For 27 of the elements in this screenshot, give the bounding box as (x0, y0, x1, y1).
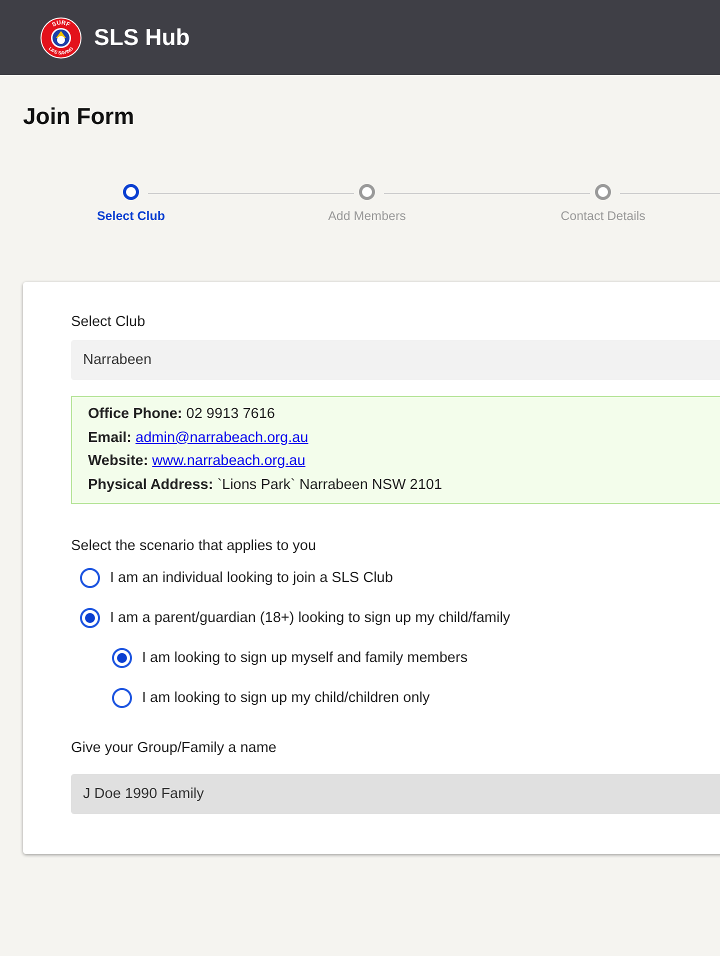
step-dot[interactable] (595, 184, 611, 200)
app-title: SLS Hub (94, 24, 190, 51)
info-label: Office Phone: (88, 405, 182, 424)
club-select[interactable]: Narrabeen (71, 340, 720, 380)
info-link[interactable]: admin@narrabeach.org.au (136, 428, 308, 448)
radio-button[interactable] (80, 568, 100, 588)
radio-label: I am looking to sign up my child/children only (142, 690, 430, 706)
info-value: 02 9913 7616 (186, 405, 275, 424)
radio-button[interactable] (112, 688, 132, 708)
radio-button[interactable] (112, 648, 132, 668)
radio-button[interactable] (80, 608, 100, 628)
page-title: Join Form (23, 103, 136, 130)
radio-label: I am looking to sign up myself and family members (142, 650, 468, 666)
field-label: Select Club (71, 314, 146, 330)
group-name-field[interactable]: J Doe 1990 Family (71, 774, 720, 814)
radio-label: I am a parent/guardian (18+) looking to sign up my child/family (110, 610, 510, 626)
step-label[interactable]: Select Club (96, 209, 166, 223)
step-dot[interactable] (123, 184, 139, 200)
field-label: Select the scenario that applies to you (71, 538, 318, 554)
radio-label: I am an individual looking to join a SLS Club (110, 570, 393, 586)
info-label: Physical Address: (88, 476, 214, 494)
field-label: Give your Group/Family a name (71, 740, 278, 756)
info-value: `Lions Park` Narrabeen NSW 2101 (217, 476, 442, 494)
info-label: Website: (88, 452, 148, 471)
step-dot[interactable] (359, 184, 375, 200)
info-label: Email: (88, 428, 132, 448)
info-link[interactable]: www.narrabeach.org.au (152, 452, 306, 472)
